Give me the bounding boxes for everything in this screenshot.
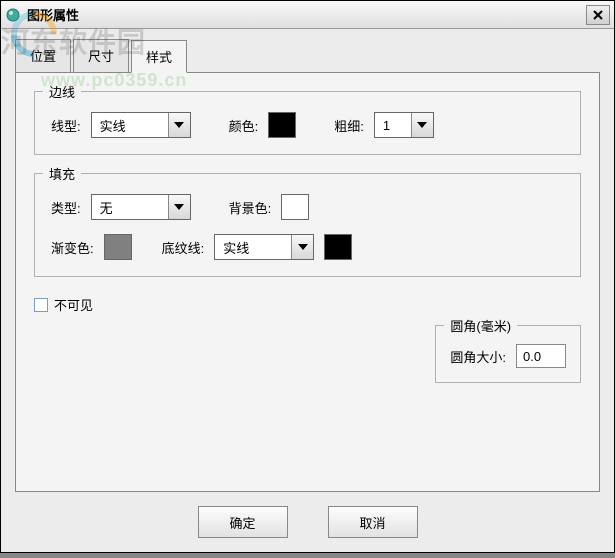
app-icon [5, 7, 21, 23]
close-icon [593, 10, 603, 20]
weight-value: 1 [375, 118, 411, 133]
hatch-line-combo[interactable]: 实线 [214, 234, 314, 260]
line-type-combo[interactable]: 实线 [91, 112, 191, 138]
fill-type-value: 无 [92, 198, 168, 217]
corner-legend: 圆角(毫米) [444, 316, 517, 335]
color-label: 颜色: [229, 116, 259, 135]
ok-button[interactable]: 确定 [198, 506, 288, 538]
border-legend: 边线 [43, 82, 81, 101]
tab-size[interactable]: 尺寸 [73, 39, 129, 72]
dropdown-icon [291, 235, 313, 259]
invisible-checkbox-wrap: 不可见 [34, 295, 93, 314]
invisible-label: 不可见 [54, 295, 93, 314]
fill-fieldset: 填充 类型: 无 背景色: 渐变色: [34, 173, 581, 277]
hatch-line-value: 实线 [215, 238, 291, 257]
window-title: 图形属性 [27, 5, 586, 24]
dropdown-icon [168, 113, 190, 137]
fill-type-label: 类型: [51, 198, 81, 217]
fill-type-combo[interactable]: 无 [91, 194, 191, 220]
tab-style[interactable]: 样式 [131, 40, 187, 73]
weight-label: 粗细: [334, 116, 364, 135]
dropdown-icon [168, 195, 190, 219]
corner-size-input[interactable] [516, 344, 566, 368]
border-color-swatch[interactable] [268, 112, 296, 138]
invisible-checkbox[interactable] [34, 298, 48, 312]
corner-size-label: 圆角大小: [450, 347, 506, 366]
weight-combo[interactable]: 1 [374, 112, 434, 138]
line-type-label: 线型: [51, 116, 81, 135]
corner-fieldset: 圆角(毫米) 圆角大小: [435, 325, 581, 383]
tab-position[interactable]: 位置 [15, 39, 71, 72]
gradient-label: 渐变色: [51, 238, 94, 257]
line-type-value: 实线 [92, 116, 168, 135]
style-panel: 边线 线型: 实线 颜色: 粗细: 1 [15, 72, 600, 492]
border-fieldset: 边线 线型: 实线 颜色: 粗细: 1 [34, 91, 581, 155]
fill-legend: 填充 [43, 164, 81, 183]
dropdown-icon [411, 113, 433, 137]
gradient-color-swatch[interactable] [104, 234, 132, 260]
bg-color-label: 背景色: [229, 198, 272, 217]
bg-color-swatch[interactable] [281, 194, 309, 220]
close-button[interactable] [586, 5, 610, 25]
hatch-line-label: 底纹线: [162, 238, 205, 257]
dialog-window: 图形属性 河东软件园 www.pc0359.cn 位置 尺寸 样式 边线 [0, 0, 615, 553]
cancel-button[interactable]: 取消 [328, 506, 418, 538]
button-bar: 确定 取消 [15, 492, 600, 548]
hatch-color-swatch[interactable] [324, 234, 352, 260]
titlebar: 图形属性 [1, 1, 614, 29]
content-area: 位置 尺寸 样式 边线 线型: 实线 颜色: [1, 29, 614, 558]
tab-bar: 位置 尺寸 样式 [15, 39, 600, 72]
